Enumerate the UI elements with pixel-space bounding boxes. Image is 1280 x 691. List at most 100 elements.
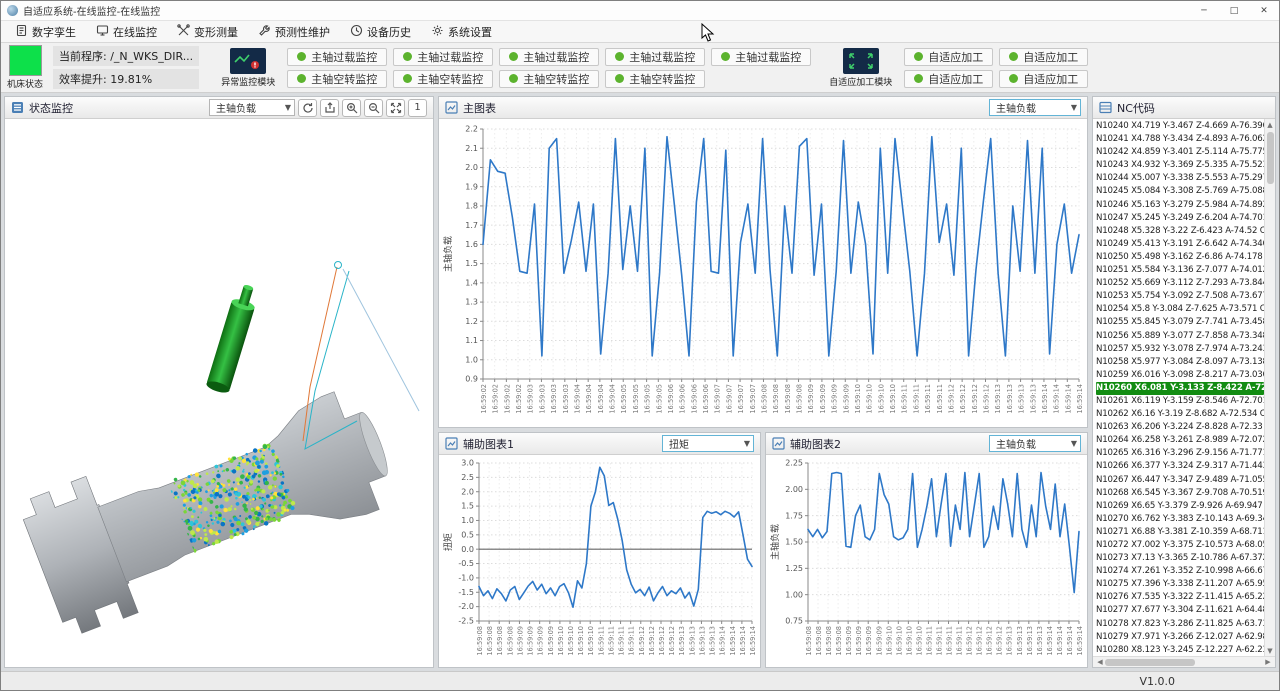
- nc-code-line[interactable]: N10254 X5.8 Y-3.084 Z-7.625 A-73.571 C: [1096, 303, 1264, 316]
- svg-text:16:59:10: 16:59:10: [905, 626, 913, 656]
- nc-code-line[interactable]: N10258 X5.977 Y-3.084 Z-8.097 A-73.138: [1096, 356, 1264, 369]
- nc-code-line[interactable]: N10255 X5.845 Y-3.079 Z-7.741 A-73.458: [1096, 316, 1264, 329]
- status-badge: 主轴过载监控: [711, 48, 811, 66]
- nc-code-line[interactable]: N10263 X6.206 Y-3.224 Z-8.828 A-72.33 C: [1096, 421, 1264, 434]
- svg-text:16:59:12: 16:59:12: [668, 626, 676, 656]
- nc-code-line[interactable]: N10266 X6.377 Y-3.324 Z-9.317 A-71.443: [1096, 460, 1264, 473]
- nc-code-line[interactable]: N10279 X7.971 Y-3.266 Z-12.027 A-62.98: [1096, 631, 1264, 644]
- nc-code-line[interactable]: N10273 X7.13 Y-3.365 Z-10.786 A-67.372: [1096, 552, 1264, 565]
- export-view-icon[interactable]: [320, 99, 339, 117]
- svg-text:16:59:10: 16:59:10: [889, 384, 897, 414]
- menu-item-4[interactable]: 预测性维护: [248, 21, 340, 42]
- scroll-right-icon[interactable]: ▶: [1263, 658, 1273, 666]
- adaptive-badge-row-2: 自适应加工自适应加工: [904, 70, 1088, 88]
- nc-code-line[interactable]: N10256 X5.889 Y-3.077 Z-7.858 A-73.348: [1096, 330, 1264, 343]
- nc-code-line[interactable]: N10270 X6.762 Y-3.383 Z-10.143 A-69.34: [1096, 513, 1264, 526]
- monitor-icon: [96, 24, 109, 40]
- fit-view-icon[interactable]: [386, 99, 405, 117]
- menu-item-3[interactable]: 变形测量: [167, 21, 248, 42]
- nc-code-line[interactable]: N10262 X6.16 Y-3.19 Z-8.682 A-72.534 C: [1096, 408, 1264, 421]
- svg-text:16:59:09: 16:59:09: [807, 384, 815, 414]
- window-title: 自适应系统-在线监控-在线监控: [23, 3, 160, 18]
- nc-code-line[interactable]: N10241 X4.788 Y-3.434 Z-4.893 A-76.062: [1096, 133, 1264, 146]
- scroll-down-icon[interactable]: ▼: [1267, 645, 1272, 656]
- aux-chart-1-header: 辅助图表1 扭矩▼: [439, 433, 760, 455]
- line-chart-icon: [445, 437, 458, 450]
- nc-code-line[interactable]: N10272 X7.002 Y-3.375 Z-10.573 A-68.05: [1096, 539, 1264, 552]
- menu-item-5[interactable]: 设备历史: [340, 21, 421, 42]
- nc-code-line[interactable]: N10280 X8.123 Y-3.245 Z-12.227 A-62.23: [1096, 644, 1264, 656]
- nc-code-line[interactable]: N10240 X4.719 Y-3.467 Z-4.669 A-76.396: [1096, 120, 1264, 133]
- nc-code-line[interactable]: N10247 X5.245 Y-3.249 Z-6.204 A-74.701: [1096, 212, 1264, 225]
- scrollbar-thumb[interactable]: [1267, 132, 1274, 184]
- overload-badge-row: 主轴过载监控主轴过载监控主轴过载监控主轴过载监控主轴过载监控: [287, 48, 811, 66]
- nc-code-line[interactable]: N10265 X6.316 Y-3.296 Z-9.156 A-71.771: [1096, 447, 1264, 460]
- nc-code-line[interactable]: N10253 X5.754 Y-3.092 Z-7.508 A-73.677: [1096, 290, 1264, 303]
- nc-code-line[interactable]: N10278 X7.823 Y-3.286 Z-11.825 A-63.73: [1096, 618, 1264, 631]
- menu-item-6[interactable]: 系统设置: [421, 21, 502, 42]
- nc-code-line[interactable]: N10259 X6.016 Y-3.098 Z-8.217 A-73.036: [1096, 369, 1264, 382]
- nc-code-line[interactable]: N10267 X6.447 Y-3.347 Z-9.489 A-71.055: [1096, 474, 1264, 487]
- menu-item-2[interactable]: 在线监控: [86, 21, 167, 42]
- aux-chart-1-signal-dropdown[interactable]: 扭矩▼: [662, 435, 754, 452]
- nc-code-line[interactable]: N10242 X4.859 Y-3.401 Z-5.114 A-75.775: [1096, 146, 1264, 159]
- nc-code-line[interactable]: N10244 X5.007 Y-3.338 Z-5.553 A-75.297: [1096, 172, 1264, 185]
- nc-code-line[interactable]: N10277 X7.677 Y-3.304 Z-11.621 A-64.48: [1096, 604, 1264, 617]
- nc-horizontal-scrollbar[interactable]: ◀ ▶: [1093, 656, 1275, 667]
- nc-code-list: N10240 X4.719 Y-3.467 Z-4.669 A-76.396N1…: [1093, 119, 1264, 656]
- nc-code-line[interactable]: N10252 X5.669 Y-3.112 Z-7.293 A-73.844: [1096, 277, 1264, 290]
- nc-code-line[interactable]: N10261 X6.119 Y-3.159 Z-8.546 A-72.701: [1096, 395, 1264, 408]
- svg-text:16:59:02: 16:59:02: [515, 384, 523, 414]
- svg-text:1.75: 1.75: [785, 512, 803, 521]
- line-chart-icon: [445, 101, 458, 114]
- aux-chart-2-panel: 辅助图表2 主轴负载▼ 0.751.001.251.501.752.002.25…: [765, 432, 1088, 668]
- scrollbar-thumb[interactable]: [1105, 659, 1195, 666]
- svg-text:16:59:13: 16:59:13: [994, 384, 1002, 414]
- svg-text:16:59:09: 16:59:09: [537, 626, 545, 656]
- svg-text:16:59:14: 16:59:14: [1053, 384, 1061, 414]
- nc-code-line[interactable]: N10264 X6.258 Y-3.261 Z-8.989 A-72.072: [1096, 434, 1264, 447]
- nc-code-line[interactable]: N10275 X7.396 Y-3.338 Z-11.207 A-65.95: [1096, 578, 1264, 591]
- scroll-up-icon[interactable]: ▲: [1267, 119, 1272, 130]
- gear-icon: [431, 24, 444, 40]
- nc-vertical-scrollbar[interactable]: ▲ ▼: [1264, 119, 1275, 656]
- view-1-button[interactable]: 1: [408, 99, 427, 117]
- close-button[interactable]: ✕: [1249, 1, 1279, 20]
- svg-text:16:59:02: 16:59:02: [480, 384, 488, 414]
- zoom-in-icon[interactable]: [342, 99, 361, 117]
- minimize-button[interactable]: ─: [1189, 1, 1219, 20]
- menu-bar: 数字孪生在线监控变形测量预测性维护设备历史系统设置: [1, 21, 1279, 43]
- nc-code-title: NC代码: [1117, 100, 1155, 116]
- view-signal-dropdown[interactable]: 主轴负载▼: [209, 99, 295, 116]
- status-badge: 自适应加工: [904, 48, 993, 66]
- nc-code-line[interactable]: N10243 X4.932 Y-3.369 Z-5.335 A-75.523: [1096, 159, 1264, 172]
- nc-code-line[interactable]: N10251 X5.584 Y-3.136 Z-7.077 A-74.012: [1096, 264, 1264, 277]
- nc-code-line[interactable]: N10269 X6.65 Y-3.379 Z-9.926 A-69.947 C: [1096, 500, 1264, 513]
- zoom-out-icon[interactable]: [364, 99, 383, 117]
- menu-item-1[interactable]: 数字孪生: [5, 21, 86, 42]
- window-controls: ─ □ ✕: [1189, 1, 1279, 20]
- svg-text:16:59:14: 16:59:14: [729, 626, 737, 656]
- machine-3d-view[interactable]: [5, 119, 433, 667]
- svg-text:16:59:14: 16:59:14: [1064, 384, 1072, 414]
- nc-code-line[interactable]: N10246 X5.163 Y-3.279 Z-5.984 A-74.892: [1096, 199, 1264, 212]
- line-chart-icon: [772, 437, 785, 450]
- nc-code-line[interactable]: N10268 X6.545 Y-3.367 Z-9.708 A-70.519: [1096, 487, 1264, 500]
- nc-code-line[interactable]: N10248 X5.328 Y-3.22 Z-6.423 A-74.52 C: [1096, 225, 1264, 238]
- nc-code-line[interactable]: N10271 X6.88 Y-3.381 Z-10.359 A-68.711: [1096, 526, 1264, 539]
- nc-code-line[interactable]: N10260 X6.081 Y-3.133 Z-8.422 A-72.835: [1096, 382, 1264, 395]
- nc-code-line[interactable]: N10245 X5.084 Y-3.308 Z-5.769 A-75.088: [1096, 185, 1264, 198]
- nc-code-line[interactable]: N10250 X5.498 Y-3.162 Z-6.86 A-74.178 C: [1096, 251, 1264, 264]
- refresh-icon[interactable]: [298, 99, 317, 117]
- nc-code-line[interactable]: N10257 X5.932 Y-3.078 Z-7.974 A-73.243: [1096, 343, 1264, 356]
- nc-code-line[interactable]: N10274 X7.261 Y-3.352 Z-10.998 A-66.67: [1096, 565, 1264, 578]
- svg-text:16:59:11: 16:59:11: [924, 384, 932, 414]
- nc-code-line[interactable]: N10249 X5.413 Y-3.191 Z-6.642 A-74.346: [1096, 238, 1264, 251]
- nc-code-line[interactable]: N10276 X7.535 Y-3.322 Z-11.415 A-65.22: [1096, 591, 1264, 604]
- aux-chart-2-signal-dropdown[interactable]: 主轴负载▼: [989, 435, 1081, 452]
- maximize-button[interactable]: □: [1219, 1, 1249, 20]
- scroll-left-icon[interactable]: ◀: [1095, 658, 1105, 666]
- svg-text:16:59:11: 16:59:11: [901, 384, 909, 414]
- main-chart-signal-dropdown[interactable]: 主轴负载▼: [989, 99, 1081, 116]
- main-chart: 0.91.01.11.21.31.41.51.61.71.81.92.02.12…: [439, 119, 1087, 427]
